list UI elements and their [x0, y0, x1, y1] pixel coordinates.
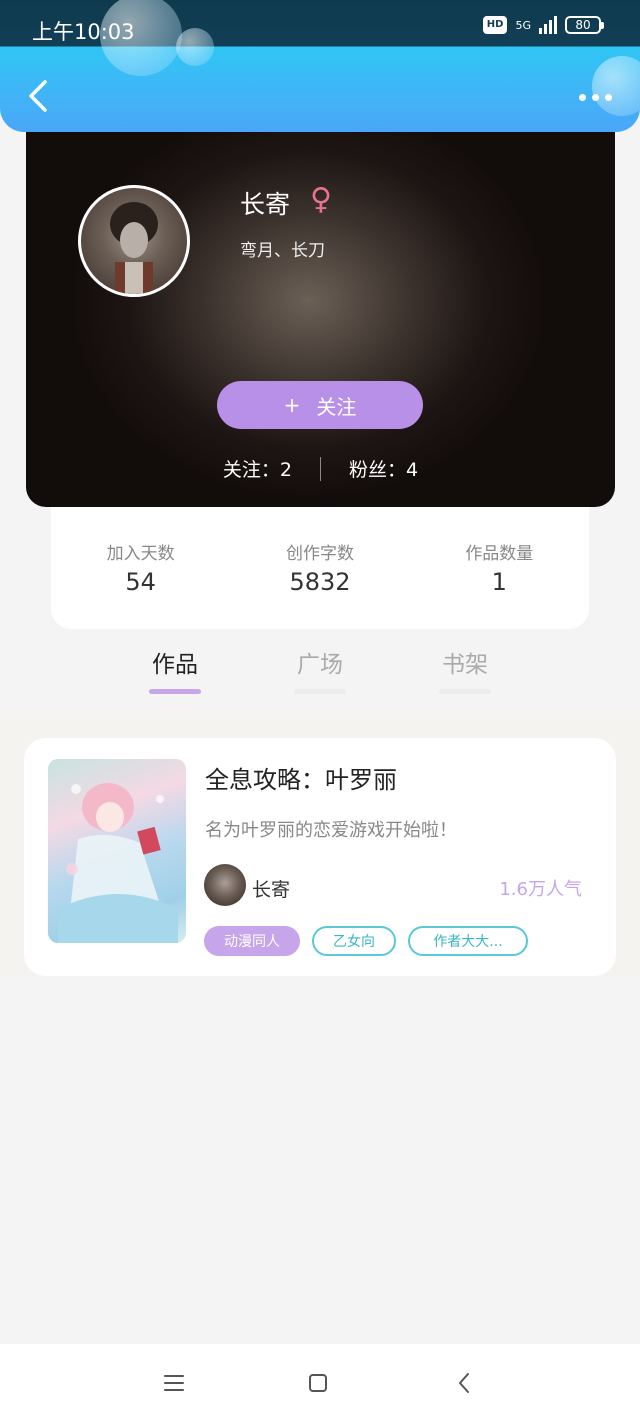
stat-label: 作品数量: [465, 544, 534, 564]
avatar[interactable]: [78, 185, 190, 297]
home-square-icon: [309, 1374, 327, 1392]
tab-indicator: [439, 689, 491, 694]
menu-button[interactable]: [159, 1370, 189, 1396]
tab-bookshelf[interactable]: 书架: [425, 645, 505, 694]
system-nav-bar: [0, 1344, 640, 1422]
battery-level: 80: [565, 16, 601, 34]
tag-list: 动漫同人 乙女向 作者大大...: [204, 926, 528, 956]
tab-plaza[interactable]: 广场: [280, 645, 360, 694]
plus-icon: +: [283, 393, 301, 417]
back-button[interactable]: [20, 74, 56, 118]
cover-illustration: [58, 783, 178, 943]
stat-label: 加入天数: [106, 544, 175, 564]
work-cover-image[interactable]: [48, 759, 186, 943]
more-button[interactable]: [579, 82, 612, 112]
follow-button[interactable]: + 关注: [217, 381, 423, 429]
popularity-count: 1.6万人气: [499, 879, 582, 900]
stat-work-count: 作品数量 1: [410, 507, 589, 629]
tab-label: 作品: [152, 652, 198, 678]
tab-indicator: [294, 689, 346, 694]
stat-word-count: 创作字数 5832: [230, 507, 409, 629]
menu-icon: [164, 1375, 184, 1391]
profile-tabs: 作品 广场 书架: [0, 645, 640, 711]
work-title[interactable]: 全息攻略：叶罗丽: [205, 760, 397, 795]
author-avatar[interactable]: [204, 864, 246, 906]
tag-fandom[interactable]: 动漫同人: [204, 926, 300, 956]
author-name[interactable]: 长寄: [252, 875, 290, 902]
avatar-portrait: [110, 202, 158, 294]
follow-label: 关注: [316, 394, 357, 419]
stats-card: 加入天数 54 创作字数 5832 作品数量 1: [51, 507, 589, 629]
tab-label: 书架: [442, 652, 488, 678]
back-chevron-icon: [459, 1373, 469, 1393]
home-button[interactable]: [303, 1370, 333, 1396]
profile-hero: 长寄 ♀ 弯月、长刀 + 关注 关注：2 粉丝：4: [26, 110, 615, 507]
following-count[interactable]: 关注：2: [223, 455, 292, 482]
tag-author[interactable]: 作者大大...: [408, 926, 528, 956]
stat-value: 1: [491, 568, 507, 596]
battery-icon: 80: [565, 16, 604, 34]
stat-value: 54: [125, 568, 156, 596]
more-horizontal-icon: [579, 93, 586, 101]
tab-works[interactable]: 作品: [135, 645, 215, 694]
decorative-bubble: [176, 28, 214, 66]
female-icon: ♀: [310, 182, 332, 217]
status-icons: HD 5G 80: [482, 16, 604, 34]
follow-counts: 关注：2 粉丝：4: [26, 455, 615, 482]
divider: [320, 456, 321, 481]
hd-icon: HD: [482, 16, 508, 34]
network-type: 5G: [515, 18, 531, 32]
tab-indicator: [149, 689, 201, 694]
tab-label: 广场: [297, 652, 343, 678]
signal-icon: [539, 16, 557, 34]
nav-back-button[interactable]: [449, 1370, 479, 1396]
status-time: 上午10:03: [32, 20, 135, 44]
profile-bio: 弯月、长刀: [240, 241, 325, 261]
work-card[interactable]: 全息攻略：叶罗丽 名为叶罗丽的恋爱游戏开始啦！ 长寄 1.6万人气 动漫同人 乙…: [24, 738, 616, 976]
stat-label: 创作字数: [285, 544, 354, 564]
chevron-left-icon: [29, 80, 47, 112]
followers-count[interactable]: 粉丝：4: [349, 455, 418, 482]
tag-otome[interactable]: 乙女向: [312, 926, 396, 956]
app-header: 上午10:03 HD 5G 80: [0, 0, 640, 132]
work-description: 名为叶罗丽的恋爱游戏开始啦！: [205, 820, 457, 841]
stat-join-days: 加入天数 54: [51, 507, 230, 629]
stat-value: 5832: [289, 568, 351, 596]
profile-name: 长寄: [240, 190, 291, 219]
